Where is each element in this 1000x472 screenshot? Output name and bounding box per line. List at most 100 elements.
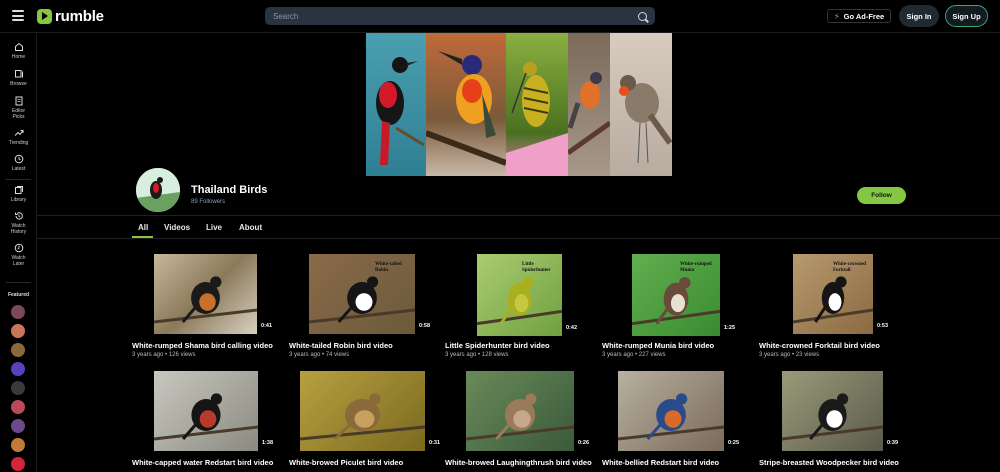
sidebar: Home Browse Editor Picks Trending Latest… [0,33,37,472]
featured-channel-avatar[interactable] [11,343,25,357]
browse-icon [14,70,23,78]
sidebar-item-browse[interactable]: Browse [0,69,37,87]
sidebar-item-label: Home [11,54,26,60]
divider [37,238,1000,239]
tab-all[interactable]: All [138,223,148,232]
video-title[interactable]: White-capped water Redstart bird video [132,458,273,467]
duration-badge: 0:39 [885,439,901,447]
bolt-icon: ⚡ [834,11,840,21]
watch-later-icon [14,243,23,253]
sign-up-button[interactable]: Sign Up [945,5,988,27]
video-thumbnail[interactable] [466,371,574,451]
editor-picks-icon [15,96,22,106]
featured-channel-avatar[interactable] [11,381,25,395]
tab-live[interactable]: Live [206,223,222,232]
featured-channel-avatar[interactable] [11,400,25,414]
video-thumbnail[interactable]: Little Spiderhunter [477,254,562,336]
sidebar-item-label: Watch Later [11,255,26,267]
top-bar: rumble ⚡ Go Ad-Free Sign In Sign Up [0,0,1000,33]
go-ad-free-button[interactable]: ⚡ Go Ad-Free [827,9,892,23]
video-thumbnail[interactable]: White-tailed Robin [309,254,415,334]
tab-videos[interactable]: Videos [164,223,190,232]
logo-text: rumble [55,7,104,25]
thumbnail-caption: White-rumped Munia [680,262,712,273]
thumbnail-caption: Little Spiderhunter [522,262,551,273]
duration-badge: 0:31 [427,439,443,447]
featured-channel-avatar[interactable] [11,362,25,376]
sidebar-divider [6,282,31,283]
sidebar-item-trending[interactable]: Trending [0,128,37,146]
sidebar-item-watch-later[interactable]: Watch Later [0,243,37,267]
video-title[interactable]: White-browed Piculet bird video [289,458,403,467]
sidebar-item-label: Watch History [10,223,27,235]
video-thumbnail[interactable] [300,371,425,451]
sidebar-item-label: Trending [8,140,29,146]
video-meta: 3 years ago • 128 views [445,352,509,358]
home-icon [14,42,23,51]
sidebar-item-watch-history[interactable]: Watch History [0,211,37,235]
clock-icon [14,154,23,164]
banner-bird-5 [610,33,672,176]
sidebar-item-label: Browse [10,81,27,87]
featured-title: Featured [7,292,30,298]
sidebar-divider [6,179,31,180]
history-icon [14,212,23,220]
video-thumbnail[interactable]: White-rumped Munia [632,254,720,336]
sidebar-item-latest[interactable]: Latest [0,154,37,172]
video-meta: 3 years ago • 74 views [289,352,350,358]
featured-channel-avatar[interactable] [11,305,25,319]
video-title[interactable]: White-rumped Shama bird calling video [132,341,273,350]
rumble-logo[interactable]: rumble [37,7,104,25]
video-meta: 3 years ago • 23 views [759,352,820,358]
banner-bird-4 [568,33,610,176]
video-thumbnail[interactable] [782,371,883,451]
duration-badge: 0:58 [417,322,433,330]
trending-icon [14,130,23,136]
video-meta: 3 years ago • 126 views [132,352,196,358]
duration-badge: 0:41 [259,322,275,330]
sidebar-item-library[interactable]: Library [0,185,37,203]
tab-about[interactable]: About [239,223,262,232]
video-thumbnail[interactable] [154,254,257,334]
sign-in-button[interactable]: Sign In [899,5,939,27]
video-thumbnail[interactable] [618,371,724,451]
search-bar [265,7,655,25]
go-ad-free-label: Go Ad-Free [843,11,885,21]
follow-button[interactable]: Follow [857,187,906,204]
sidebar-item-home[interactable]: Home [0,42,37,60]
menu-icon[interactable] [12,10,24,21]
featured-channel-avatar[interactable] [11,438,25,452]
duration-badge: 1:38 [260,439,276,447]
duration-badge: 0:26 [576,439,592,447]
sidebar-item-label: Library [10,197,27,203]
search-icon[interactable] [638,11,647,21]
duration-badge: 0:25 [726,439,742,447]
banner-bird-2 [426,33,506,176]
channel-followers: 89 Followers [191,199,226,205]
rumble-play-icon [37,8,52,24]
video-title[interactable]: White-crowned Forktail bird video [759,341,880,350]
channel-banner [366,33,672,176]
sidebar-item-label: Latest [11,166,26,172]
video-thumbnail[interactable]: White-crowned Forktail [793,254,873,334]
video-title[interactable]: White-browed Laughingthrush bird video [445,458,592,467]
featured-channel-avatar[interactable] [11,324,25,338]
sidebar-item-editor-picks[interactable]: Editor Picks [0,96,37,120]
search-input[interactable] [273,11,638,21]
duration-badge: 0:53 [875,322,891,330]
video-title[interactable]: White-tailed Robin bird video [289,341,393,350]
thumbnail-caption: White-tailed Robin [375,262,402,273]
library-icon [14,186,23,194]
duration-badge: 0:42 [564,324,580,332]
banner-bird-3 [506,33,568,176]
video-title[interactable]: Little Spiderhunter bird video [445,341,550,350]
channel-name: Thailand Birds [191,184,268,196]
featured-channel-avatar[interactable] [11,457,25,471]
channel-avatar[interactable] [134,166,182,214]
video-title[interactable]: White-bellied Redstart bird video [602,458,719,467]
featured-channel-avatar[interactable] [11,419,25,433]
video-title[interactable]: White-rumped Munia bird video [602,341,714,350]
video-title[interactable]: Stripe-breasted Woodpecker bird video [759,458,899,467]
video-thumbnail[interactable] [154,371,258,451]
banner-bird-1 [366,33,426,176]
